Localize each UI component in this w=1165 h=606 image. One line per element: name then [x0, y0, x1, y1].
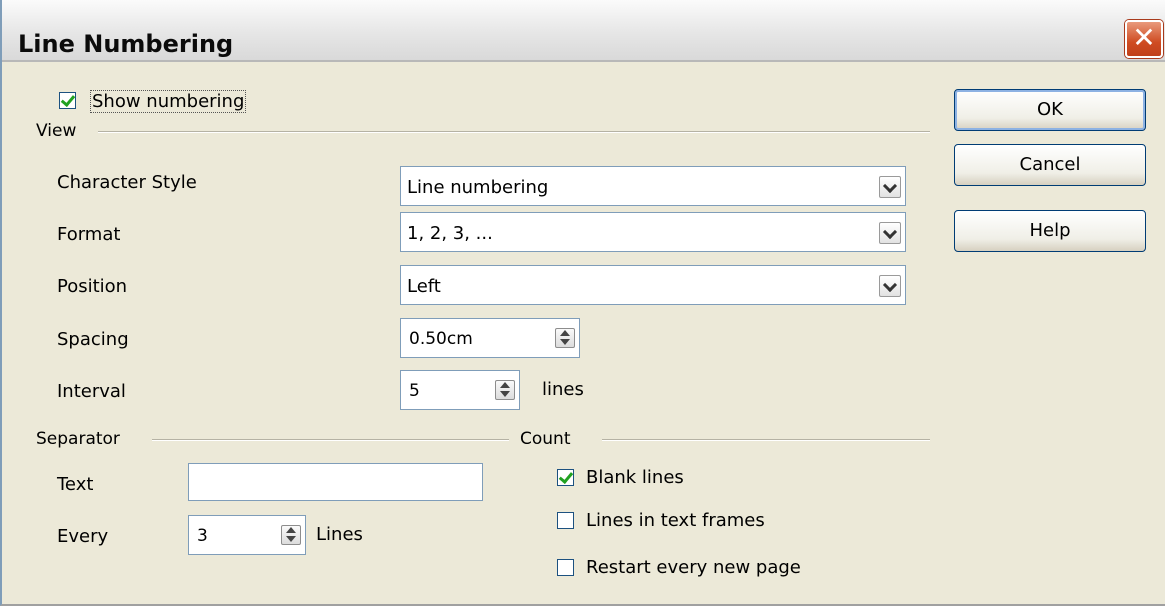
- line-numbering-dialog: Line Numbering ✕ Show numbering View Cha…: [0, 0, 1165, 606]
- chevron-down-icon[interactable]: [879, 275, 901, 297]
- spin-arrows-icon[interactable]: [555, 328, 575, 348]
- interval-label: Interval: [57, 381, 126, 402]
- restart-every-new-page-label[interactable]: Restart every new page: [586, 557, 801, 578]
- every-spinbox[interactable]: 3: [188, 515, 306, 555]
- spacing-label: Spacing: [57, 329, 129, 350]
- position-dropdown[interactable]: Left: [400, 265, 906, 305]
- title-bar: Line Numbering ✕: [2, 0, 1165, 62]
- show-numbering-checkbox[interactable]: [59, 92, 76, 109]
- chevron-down-icon[interactable]: [879, 176, 901, 198]
- close-icon: ✕: [1132, 21, 1156, 54]
- blank-lines-checkbox[interactable]: [557, 469, 574, 486]
- format-label: Format: [57, 224, 121, 245]
- separator-group-title: Separator: [36, 429, 128, 449]
- character-style-dropdown[interactable]: Line numbering: [400, 166, 906, 206]
- view-group-rule: [98, 131, 930, 133]
- separator-group-rule: [152, 439, 509, 441]
- position-label: Position: [57, 276, 128, 297]
- cancel-button[interactable]: Cancel: [954, 144, 1146, 186]
- character-style-label: Character Style: [57, 172, 197, 193]
- view-group-title: View: [36, 121, 85, 141]
- spin-arrows-icon[interactable]: [281, 525, 301, 545]
- show-numbering-label[interactable]: Show numbering: [90, 90, 247, 113]
- position-value: Left: [407, 276, 441, 297]
- blank-lines-label[interactable]: Blank lines: [586, 467, 684, 488]
- count-group-title: Count: [520, 429, 579, 449]
- chevron-down-icon[interactable]: [879, 222, 901, 244]
- close-button[interactable]: ✕: [1125, 20, 1163, 58]
- spin-arrows-icon[interactable]: [495, 380, 515, 400]
- separator-text-label: Text: [57, 474, 94, 495]
- every-unit: Lines: [316, 524, 363, 545]
- spacing-spinbox[interactable]: 0.50cm: [400, 318, 580, 358]
- ok-button[interactable]: OK: [954, 89, 1146, 131]
- format-value: 1, 2, 3, ...: [407, 223, 493, 244]
- interval-value: 5: [409, 381, 420, 401]
- help-button[interactable]: Help: [954, 210, 1146, 252]
- lines-in-text-frames-label[interactable]: Lines in text frames: [586, 510, 765, 531]
- count-group-rule: [602, 439, 930, 441]
- dialog-title: Line Numbering: [18, 30, 234, 58]
- lines-in-text-frames-checkbox[interactable]: [557, 512, 574, 529]
- interval-unit: lines: [542, 379, 584, 400]
- interval-spinbox[interactable]: 5: [400, 370, 520, 410]
- separator-text-input[interactable]: [188, 463, 483, 501]
- every-label: Every: [57, 526, 109, 547]
- character-style-value: Line numbering: [407, 177, 549, 198]
- spacing-value: 0.50cm: [409, 329, 473, 349]
- format-dropdown[interactable]: 1, 2, 3, ...: [400, 212, 906, 252]
- restart-every-new-page-checkbox[interactable]: [557, 559, 574, 576]
- every-value: 3: [197, 526, 208, 546]
